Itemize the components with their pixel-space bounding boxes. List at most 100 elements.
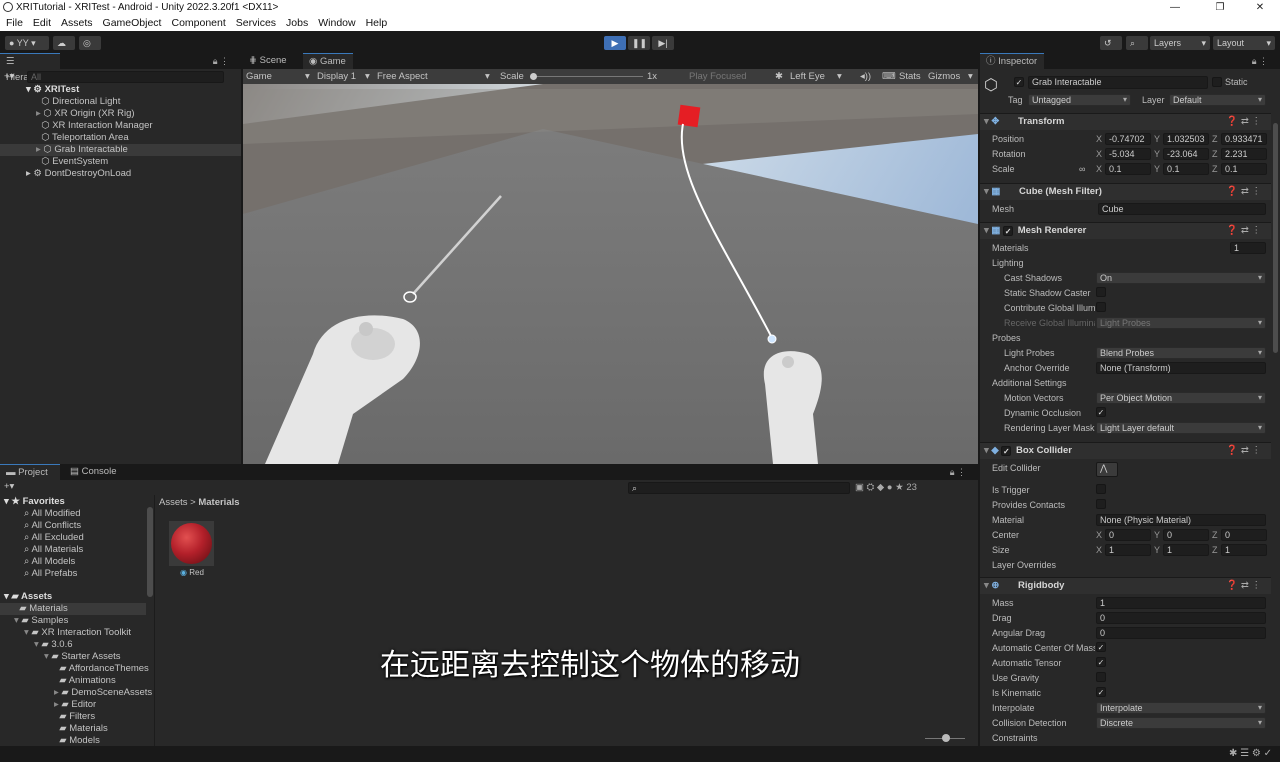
hierarchy-item[interactable]: ▸ ⬡ XR Origin (XR Rig) bbox=[0, 108, 241, 120]
tab-project[interactable]: ▬ Project bbox=[0, 464, 60, 480]
vector-x-field[interactable]: 0.1 bbox=[1105, 163, 1151, 175]
minimize-button[interactable]: — bbox=[1160, 0, 1190, 15]
red-cube[interactable] bbox=[677, 104, 701, 128]
hierarchy-item[interactable]: ⬡ Teleportation Area bbox=[0, 132, 241, 144]
checkbox[interactable]: ✓ bbox=[1096, 642, 1106, 652]
vector-y-field[interactable]: 1.032503 bbox=[1163, 133, 1209, 145]
expand-arrow-icon[interactable]: ▸ bbox=[54, 699, 59, 710]
collapse-arrow-icon[interactable]: ▾ bbox=[984, 186, 989, 197]
bug-icon[interactable]: ✱ bbox=[775, 69, 783, 84]
edit-collider-button[interactable]: ⋀ bbox=[1096, 462, 1118, 477]
tab-scene[interactable]: ⋕ Scene bbox=[243, 53, 295, 69]
breadcrumb-materials[interactable]: Materials bbox=[198, 497, 239, 508]
folder-item[interactable]: ▰ Materials bbox=[0, 603, 146, 615]
folder-item[interactable]: ▾ ▰ Samples bbox=[0, 615, 146, 627]
layers-dropdown[interactable]: Layers ▾ bbox=[1150, 36, 1210, 50]
favorite-item[interactable]: ⌕ All Materials bbox=[24, 544, 83, 556]
collapse-arrow-icon[interactable]: ▾ bbox=[984, 445, 989, 456]
expand-arrow-icon[interactable] bbox=[54, 711, 57, 722]
component-menu-icons[interactable]: ❓ ⇄ ⋮ bbox=[1226, 443, 1261, 459]
pause-button[interactable]: ❚❚ bbox=[628, 36, 650, 50]
audio-icon[interactable]: ◂)) bbox=[860, 69, 871, 84]
dontdestroy-root[interactable]: ▸ ⚙ DontDestroyOnLoad bbox=[26, 168, 131, 180]
favorite-item[interactable]: ⌕ All Excluded bbox=[24, 532, 84, 544]
folder-item[interactable]: ▾ ▰ Starter Assets bbox=[0, 651, 146, 663]
dropdown-field[interactable]: Interpolate bbox=[1096, 702, 1266, 714]
dropdown-field[interactable]: Blend Probes bbox=[1096, 347, 1266, 359]
collab-icon[interactable]: ◎ bbox=[79, 36, 101, 50]
folder-item[interactable]: ▰ AffordanceThemes bbox=[0, 663, 149, 675]
lock-icon[interactable]: 🔒︎ ⋮ bbox=[950, 467, 966, 478]
vector-y-field[interactable]: -23.064 bbox=[1163, 148, 1209, 160]
menu-component[interactable]: Component bbox=[171, 15, 225, 31]
active-checkbox[interactable]: ✓ bbox=[1014, 77, 1024, 87]
rigidbody-header[interactable]: ▾ ⊕ Rigidbody ❓ ⇄ ⋮ bbox=[980, 577, 1271, 594]
folder-item[interactable]: ▾ ▰ XR Interaction Toolkit bbox=[0, 627, 146, 639]
value-field[interactable]: None (Physic Material) bbox=[1096, 514, 1266, 526]
game-mode-dropdown[interactable]: Game bbox=[246, 69, 272, 84]
dropdown-field[interactable]: On bbox=[1096, 272, 1266, 284]
transform-header[interactable]: ▾ ✥ Transform ❓ ⇄ ⋮ bbox=[980, 113, 1271, 130]
vector-x-field[interactable]: 0 bbox=[1105, 529, 1151, 541]
menu-file[interactable]: File bbox=[6, 15, 23, 31]
account-dropdown[interactable]: ● YY ▾ bbox=[5, 36, 49, 50]
dropdown-field[interactable]: Discrete bbox=[1096, 717, 1266, 729]
status-icons[interactable]: ✱ ☰ ⚙ ✓ bbox=[1229, 748, 1272, 759]
menu-services[interactable]: Services bbox=[236, 15, 276, 31]
menu-jobs[interactable]: Jobs bbox=[286, 15, 308, 31]
collapse-arrow-icon[interactable]: ▾ bbox=[984, 116, 989, 127]
thumbnail-size-handle[interactable] bbox=[942, 734, 950, 742]
vector-x-field[interactable]: 1 bbox=[1105, 544, 1151, 556]
aspect-dropdown[interactable]: Free Aspect bbox=[377, 69, 428, 84]
hierarchy-item[interactable]: ▸ ⬡ Grab Interactable bbox=[0, 144, 241, 156]
component-menu-icons[interactable]: ❓ ⇄ ⋮ bbox=[1226, 184, 1261, 200]
expand-arrow-icon[interactable]: ▾ bbox=[14, 615, 19, 626]
value-field[interactable]: 0 bbox=[1096, 627, 1266, 639]
dropdown-field[interactable]: Light Probes bbox=[1096, 317, 1266, 329]
static-checkbox[interactable] bbox=[1212, 77, 1222, 87]
hierarchy-search-input[interactable]: All bbox=[27, 71, 224, 83]
menu-help[interactable]: Help bbox=[366, 15, 388, 31]
checkbox[interactable]: ✓ bbox=[1096, 657, 1106, 667]
value-field[interactable]: 0 bbox=[1096, 612, 1266, 624]
assets-header[interactable]: ▾ ▰ Assets bbox=[4, 591, 52, 603]
game-viewport[interactable] bbox=[243, 84, 978, 464]
filter-icons[interactable]: ▣ ⛭ ◆ ● ★ 23 bbox=[855, 482, 917, 494]
play-focused-dropdown[interactable]: Play Focused bbox=[689, 69, 747, 84]
layout-dropdown[interactable]: Layout ▾ bbox=[1213, 36, 1275, 50]
expand-arrow-icon[interactable] bbox=[54, 723, 57, 734]
folder-item[interactable]: ▾ ▰ 3.0.6 bbox=[0, 639, 146, 651]
vector-y-field[interactable]: 0 bbox=[1163, 529, 1209, 541]
keyboard-icon[interactable]: ⌨ bbox=[882, 69, 896, 84]
close-button[interactable]: ✕ bbox=[1245, 0, 1275, 15]
maximize-button[interactable]: ❐ bbox=[1205, 0, 1235, 15]
scale-slider[interactable] bbox=[531, 76, 643, 77]
tree-scrollbar[interactable] bbox=[147, 507, 153, 597]
favorite-item[interactable]: ⌕ All Prefabs bbox=[24, 568, 77, 580]
vector-z-field[interactable]: 1 bbox=[1221, 544, 1267, 556]
expand-arrow-icon[interactable]: ▸ bbox=[36, 144, 41, 155]
expand-arrow-icon[interactable] bbox=[54, 663, 57, 674]
checkbox[interactable] bbox=[1096, 287, 1106, 297]
favorite-item[interactable]: ⌕ All Conflicts bbox=[24, 520, 81, 532]
menu-edit[interactable]: Edit bbox=[33, 15, 51, 31]
value-field[interactable]: Cube bbox=[1098, 203, 1266, 215]
dropdown-field[interactable]: Light Layer default bbox=[1096, 422, 1266, 434]
hierarchy-item[interactable]: ⬡ XR Interaction Manager bbox=[0, 120, 241, 132]
enabled-checkbox[interactable]: ✓ bbox=[1003, 226, 1014, 236]
lock-icon[interactable]: 🔒︎ ⋮ bbox=[1252, 56, 1268, 67]
mesh-filter-header[interactable]: ▾ ▦ Cube (Mesh Filter) ❓ ⇄ ⋮ bbox=[980, 183, 1271, 200]
favorites-header[interactable]: ▾ ★ Favorites bbox=[4, 496, 65, 508]
vector-z-field[interactable]: 0 bbox=[1221, 529, 1267, 541]
play-button[interactable]: ▶ bbox=[604, 36, 626, 50]
asset-red-material[interactable] bbox=[169, 521, 214, 566]
constrain-scale-icon[interactable]: ∞ bbox=[1079, 163, 1085, 175]
display-dropdown[interactable]: Display 1 bbox=[317, 69, 356, 84]
tab-console[interactable]: ▤ Console bbox=[64, 464, 124, 480]
gizmos-button[interactable]: Gizmos bbox=[928, 69, 960, 84]
vector-y-field[interactable]: 1 bbox=[1163, 544, 1209, 556]
expand-arrow-icon[interactable]: ▾ bbox=[34, 639, 39, 650]
cloud-icon[interactable]: ☁ bbox=[53, 36, 75, 50]
checkbox[interactable]: ✓ bbox=[1096, 687, 1106, 697]
component-menu-icons[interactable]: ❓ ⇄ ⋮ bbox=[1226, 223, 1261, 239]
